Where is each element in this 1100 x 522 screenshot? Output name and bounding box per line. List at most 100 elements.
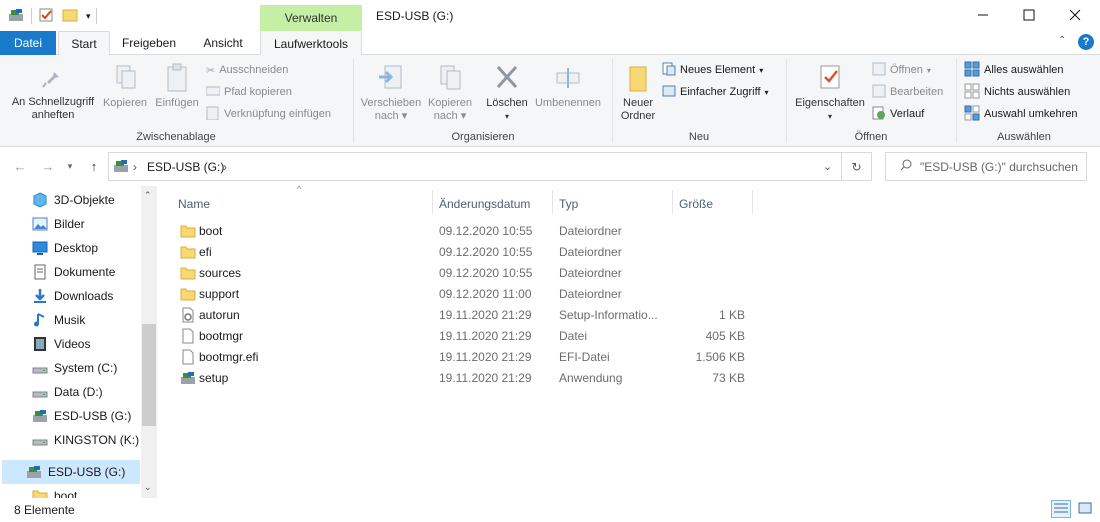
copy-path-label: Pfad kopieren xyxy=(224,86,292,98)
copy-button[interactable]: Kopieren xyxy=(100,63,150,110)
tab-share[interactable]: Freigeben xyxy=(112,31,186,55)
rename-button[interactable]: Umbenennen xyxy=(532,63,604,110)
column-divider[interactable] xyxy=(552,190,553,214)
recent-locations-button[interactable]: ▾ xyxy=(60,156,80,176)
invert-selection-button[interactable]: Auswahl umkehren xyxy=(964,105,1078,123)
help-icon[interactable]: ? xyxy=(1078,34,1094,50)
nav-item[interactable]: boot xyxy=(0,484,140,498)
select-all-button[interactable]: Alles auswählen xyxy=(964,61,1064,79)
folder-icon xyxy=(180,241,196,262)
new-folder-button[interactable]: Neuer Ordner xyxy=(616,63,660,123)
tab-drive-tools[interactable]: Laufwerktools xyxy=(260,31,362,56)
nav-item[interactable]: ESD-USB (G:) xyxy=(2,460,140,484)
usb-drive-icon[interactable] xyxy=(8,7,24,26)
properties-dropdown-icon[interactable]: ▾ xyxy=(790,110,870,123)
select-all-label: Alles auswählen xyxy=(984,64,1064,76)
column-header-name[interactable]: Name xyxy=(178,193,210,215)
history-button[interactable]: Verlauf xyxy=(872,105,924,123)
file-size: 405 KB xyxy=(705,328,745,343)
properties-button[interactable]: Eigenschaften ▾ xyxy=(790,63,870,123)
tab-start[interactable]: Start xyxy=(58,31,110,56)
nav-item[interactable]: Videos xyxy=(0,332,140,356)
scroll-up-icon[interactable]: ⌃ xyxy=(144,190,152,201)
file-name: setup xyxy=(199,370,229,385)
breadcrumb-drive[interactable]: ESD-USB (G:) xyxy=(147,160,224,174)
file-row[interactable]: boot 09.12.2020 10:55 Dateiordner xyxy=(177,220,757,241)
copy-to-button[interactable]: Kopieren nach ▾ xyxy=(424,63,476,123)
nav-item[interactable]: Desktop xyxy=(0,236,140,260)
nav-item-label: Downloads xyxy=(54,289,114,303)
select-none-button[interactable]: Nichts auswählen xyxy=(964,83,1070,101)
file-date: 19.11.2020 21:29 xyxy=(439,307,532,322)
properties-icon[interactable] xyxy=(38,7,54,26)
tab-file[interactable]: Datei xyxy=(0,31,56,55)
delete-button[interactable]: Löschen ▾ xyxy=(484,63,530,123)
new-item-icon xyxy=(662,62,676,79)
address-bar[interactable]: › ESD-USB (G:) › ⌄ xyxy=(108,152,842,181)
details-view-icon xyxy=(1054,502,1068,517)
file-type: EFI-Datei xyxy=(559,349,610,364)
nav-item[interactable]: Bilder xyxy=(0,212,140,236)
file-row[interactable]: efi 09.12.2020 10:55 Dateiordner xyxy=(177,241,757,262)
delete-dropdown-icon[interactable]: ▾ xyxy=(484,110,530,123)
file-row[interactable]: support 09.12.2020 11:00 Dateiordner xyxy=(177,283,757,304)
file-row[interactable]: bootmgr 19.11.2020 21:29 Datei 405 KB xyxy=(177,325,757,346)
minimize-button[interactable] xyxy=(960,0,1006,32)
large-icons-view-button[interactable] xyxy=(1075,500,1095,518)
column-header-date[interactable]: Änderungsdatum xyxy=(439,193,530,215)
file-row[interactable]: bootmgr.efi 19.11.2020 21:29 EFI-Datei 1.50… xyxy=(177,346,757,367)
nav-item[interactable]: Dokumente xyxy=(0,260,140,284)
move-to-button[interactable]: Verschieben nach ▾ xyxy=(358,63,424,123)
paste-shortcut-button[interactable]: Verknüpfung einfügen xyxy=(206,105,331,123)
new-folder-icon[interactable] xyxy=(62,7,78,26)
new-item-button[interactable]: Neues Element ▾ xyxy=(662,61,763,79)
column-divider[interactable] xyxy=(752,190,753,214)
close-button[interactable] xyxy=(1052,0,1098,32)
nav-item[interactable]: ESD-USB (G:) xyxy=(0,404,140,428)
nav-item[interactable]: System (C:) xyxy=(0,356,140,380)
nav-item[interactable]: 3D-Objekte xyxy=(0,188,140,212)
column-divider[interactable] xyxy=(432,190,433,214)
breadcrumb-separator-icon: › xyxy=(133,160,137,174)
pictures-icon xyxy=(32,216,48,232)
easy-access-button[interactable]: Einfacher Zugriff ▾ xyxy=(662,83,769,101)
collapse-ribbon-icon[interactable]: ⌃ xyxy=(1058,35,1066,46)
column-divider[interactable] xyxy=(672,190,673,214)
address-dropdown-icon[interactable]: ⌄ xyxy=(823,160,832,173)
search-input[interactable]: "ESD-USB (G:)" durchsuchen xyxy=(885,152,1087,181)
edit-button[interactable]: Bearbeiten xyxy=(872,83,943,101)
arrow-up-icon: ↑ xyxy=(90,158,98,174)
scrollbar-thumb[interactable] xyxy=(142,324,156,426)
open-button[interactable]: Öffnen ▾ xyxy=(872,61,931,79)
nav-item-label: Desktop xyxy=(54,241,99,255)
maximize-button[interactable] xyxy=(1006,0,1052,32)
file-size: 73 KB xyxy=(712,370,745,385)
copy-path-button[interactable]: Pfad kopieren xyxy=(205,83,292,101)
scroll-down-icon[interactable]: ⌄ xyxy=(144,482,152,493)
move-to-label: Verschieben nach ▾ xyxy=(360,97,422,122)
up-button[interactable]: ↑ xyxy=(84,156,104,176)
pin-quick-access-button[interactable]: An Schnellzugriff anheften xyxy=(6,63,100,122)
file-date: 09.12.2020 10:55 xyxy=(439,223,533,238)
column-header-size[interactable]: Größe xyxy=(679,193,713,215)
refresh-button[interactable]: ↻ xyxy=(842,152,872,181)
nav-item[interactable]: KINGSTON (K:) xyxy=(0,428,140,452)
file-row[interactable]: setup 19.11.2020 21:29 Anwendung 73 KB xyxy=(177,367,757,388)
paste-button[interactable]: Einfügen xyxy=(152,63,202,110)
nav-scrollbar[interactable]: ⌃ ⌄ xyxy=(141,186,157,498)
nav-item[interactable]: Data (D:) xyxy=(0,380,140,404)
tab-view[interactable]: Ansicht xyxy=(190,31,256,55)
group-label-open: Öffnen xyxy=(854,131,888,143)
pin-label: An Schnellzugriff anheften xyxy=(11,96,95,121)
nav-item[interactable]: Downloads xyxy=(0,284,140,308)
context-tab-manage[interactable]: Verwalten xyxy=(260,5,362,31)
file-size: 1 KB xyxy=(718,307,745,322)
forward-button[interactable]: → xyxy=(38,156,58,176)
back-button[interactable]: ← xyxy=(10,156,30,176)
nav-item[interactable]: Musik xyxy=(0,308,140,332)
details-view-button[interactable] xyxy=(1051,500,1071,518)
column-header-type[interactable]: Typ xyxy=(559,193,578,215)
file-row[interactable]: autorun 19.11.2020 21:29 Setup-Informatio.… xyxy=(177,304,757,325)
cut-button[interactable]: ✂ Ausschneiden xyxy=(206,61,288,79)
file-row[interactable]: sources 09.12.2020 10:55 Dateiordner xyxy=(177,262,757,283)
